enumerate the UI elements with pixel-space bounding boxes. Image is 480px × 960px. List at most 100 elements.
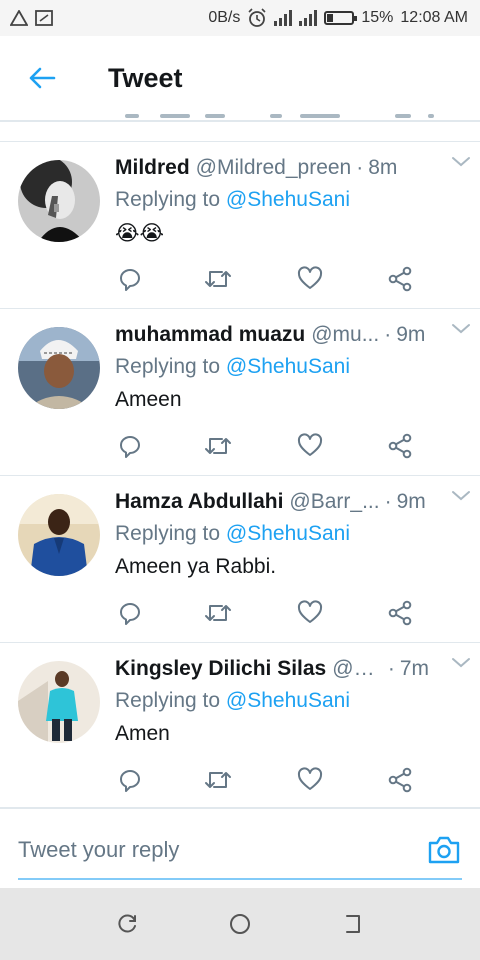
app-header: Tweet — [0, 36, 480, 120]
reply-button[interactable] — [115, 598, 145, 628]
tweet-item[interactable]: Mildred @Mildred_preen · 8m Replying to … — [0, 141, 480, 308]
data-rate: 0B/s — [208, 9, 241, 26]
like-button[interactable] — [295, 431, 325, 461]
tweet-item[interactable]: muhammad muazu @mu... · 9m Replying to @… — [0, 308, 480, 475]
reply-composer — [0, 810, 480, 888]
like-icon — [297, 266, 323, 289]
tweet-actions — [115, 431, 415, 461]
status-left — [10, 10, 53, 26]
retweet-button[interactable] — [203, 765, 233, 795]
share-button[interactable] — [385, 765, 415, 795]
user-name[interactable]: Mildred — [115, 156, 190, 180]
reply-icon — [120, 603, 140, 625]
mention-link[interactable]: @ShehuSani — [226, 689, 350, 712]
retweet-button[interactable] — [203, 264, 233, 294]
share-button[interactable] — [385, 598, 415, 628]
chevron-down-icon[interactable] — [450, 150, 472, 172]
reply-context: Replying to @ShehuSani — [115, 188, 460, 212]
like-icon — [297, 767, 323, 790]
tweet-time: 9m — [396, 490, 426, 513]
warning-icon — [10, 10, 28, 26]
user-name[interactable]: Kingsley Dilichi Silas — [115, 657, 326, 681]
signal-icon — [274, 10, 293, 26]
status-bar: 0B/s 15% 12:08 AM — [0, 0, 480, 36]
retweet-button[interactable] — [203, 431, 233, 461]
reply-button[interactable] — [115, 264, 145, 294]
tweet-text: Amen — [115, 722, 170, 745]
tweet-actions — [115, 264, 415, 294]
like-button[interactable] — [295, 765, 325, 795]
status-right: 0B/s 15% 12:08 AM — [208, 8, 468, 28]
avatar[interactable] — [18, 327, 100, 409]
header-divider — [0, 120, 480, 122]
previous-tweet-actions-clipped — [0, 110, 480, 120]
reply-button[interactable] — [115, 765, 145, 795]
chevron-down-icon[interactable] — [450, 484, 472, 506]
tweet-header: Kingsley Dilichi Silas @D... · 7m — [115, 657, 429, 681]
share-icon — [388, 433, 412, 459]
status-time: 12:08 AM — [400, 9, 468, 26]
reply-context: Replying to @ShehuSani — [115, 522, 460, 546]
share-button[interactable] — [385, 431, 415, 461]
tweet-body: muhammad muazu @mu... · 9m Replying to @… — [115, 323, 460, 413]
user-handle[interactable]: @D... — [332, 657, 383, 681]
chevron-down-icon[interactable] — [450, 651, 472, 673]
retweet-button[interactable] — [203, 598, 233, 628]
mention-link[interactable]: @ShehuSani — [226, 522, 350, 545]
tweet-item[interactable]: Hamza Abdullahi @Barr_... · 9m Replying … — [0, 475, 480, 642]
user-handle[interactable]: @Barr_... — [289, 490, 379, 514]
reply-button[interactable] — [115, 431, 145, 461]
reply-prefix: Replying to — [115, 188, 221, 211]
arrow-left-icon — [29, 67, 56, 89]
user-name[interactable]: muhammad muazu — [115, 323, 305, 347]
page-title: Tweet — [108, 62, 183, 93]
tweet-body: Hamza Abdullahi @Barr_... · 9m Replying … — [115, 490, 460, 580]
mention-link[interactable]: @ShehuSani — [226, 355, 350, 378]
like-button[interactable] — [295, 264, 325, 294]
tweet-text: Ameen ya Rabbi. — [115, 555, 277, 578]
camera-icon[interactable] — [426, 832, 462, 868]
retweet-icon — [205, 772, 231, 788]
tweet-header: muhammad muazu @mu... · 9m — [115, 323, 429, 347]
mention-link[interactable]: @ShehuSani — [226, 188, 350, 211]
user-handle[interactable]: @Mildred_preen — [196, 156, 352, 180]
tweet-text: 😭😭 — [115, 222, 165, 245]
user-handle[interactable]: @mu... — [311, 323, 379, 347]
avatar[interactable] — [18, 160, 100, 242]
signal-h-icon — [299, 10, 318, 26]
screenshot-icon — [35, 10, 53, 26]
avatar[interactable] — [18, 494, 100, 576]
user-name[interactable]: Hamza Abdullahi — [115, 490, 283, 514]
like-button[interactable] — [295, 598, 325, 628]
tweet-header: Mildred @Mildred_preen · 8m — [115, 156, 429, 180]
reply-icon — [120, 436, 140, 458]
back-button[interactable] — [0, 36, 84, 120]
reply-icon — [120, 770, 140, 792]
retweet-icon — [205, 438, 231, 454]
reply-icon — [120, 269, 140, 291]
back-icon — [346, 915, 361, 933]
avatar[interactable] — [18, 661, 100, 743]
system-nav-bar — [0, 888, 480, 960]
tweet-text: Ameen — [115, 388, 182, 411]
share-button[interactable] — [385, 264, 415, 294]
home-icon — [229, 914, 250, 934]
battery-percent: 15% — [361, 9, 394, 26]
tweet-time: 9m — [396, 323, 426, 346]
tweet-item[interactable]: Kingsley Dilichi Silas @D... · 7m Replyi… — [0, 642, 480, 809]
reply-context: Replying to @ShehuSani — [115, 355, 460, 379]
battery-charging-icon — [324, 11, 358, 25]
separator: · — [387, 657, 395, 680]
recent-apps-icon — [118, 914, 136, 933]
alarm-icon — [248, 8, 266, 27]
reply-input[interactable] — [18, 830, 414, 870]
separator: · — [384, 490, 392, 513]
reply-prefix: Replying to — [115, 355, 221, 378]
recent-apps-button[interactable] — [107, 904, 147, 944]
system-back-button[interactable] — [333, 904, 373, 944]
chevron-down-icon[interactable] — [450, 317, 472, 339]
reply-input-underline — [18, 878, 462, 880]
home-button[interactable] — [220, 904, 260, 944]
like-icon — [297, 600, 323, 623]
reply-context: Replying to @ShehuSani — [115, 689, 460, 713]
